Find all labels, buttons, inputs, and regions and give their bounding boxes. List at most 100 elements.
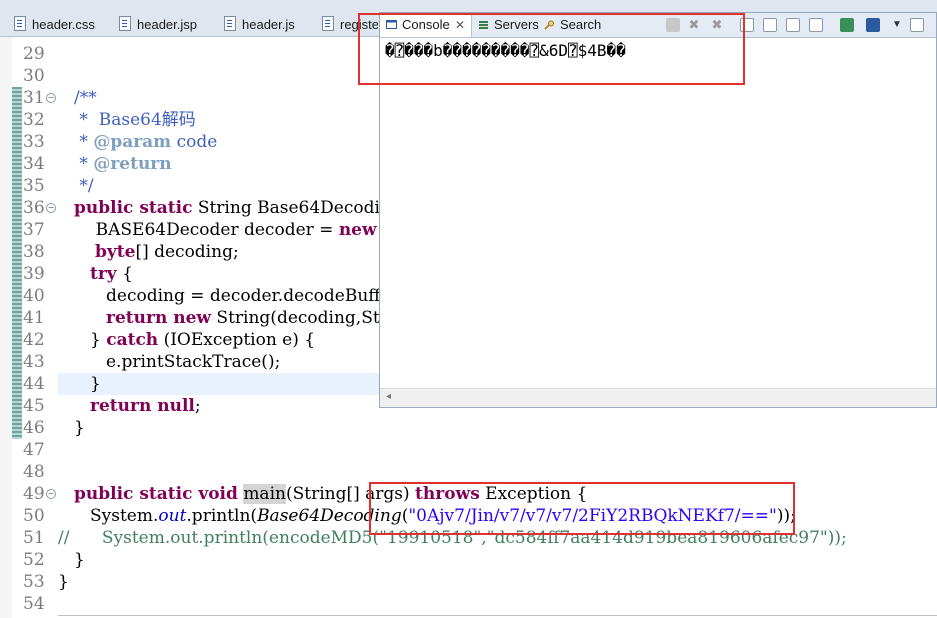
code-text: * @param code [74, 131, 217, 153]
code-line: 51 // System.out.println(encodeMD5("19910… [0, 527, 937, 549]
display-console-icon[interactable] [840, 18, 854, 32]
line-number: 50 [23, 506, 45, 526]
tab-console[interactable]: Console ✕ [380, 13, 472, 37]
code-part: { [116, 264, 133, 284]
editor-tab-header-css[interactable]: header.css [14, 14, 114, 36]
line-number: 37 [23, 220, 45, 240]
scroll-lock-icon[interactable] [740, 18, 754, 32]
keyword: byte [95, 242, 136, 262]
jsp-file-icon [322, 16, 334, 31]
keyword: public static void [74, 484, 238, 504]
line-number: 43 [23, 352, 45, 372]
search-icon [544, 20, 554, 30]
divider [58, 615, 937, 616]
line-number: 38 [23, 242, 45, 262]
code-text: } [90, 374, 101, 394]
comment-part: Base64解码 [93, 110, 196, 130]
code-part: Exception { [479, 484, 588, 504]
code-part: [] decoding; [135, 242, 239, 262]
console-view: Console ✕ Servers Search ✖ ✖ ▼ �⍰���b���… [379, 12, 937, 408]
editor-tab-label: header.css [32, 17, 95, 32]
tab-search[interactable]: Search [544, 13, 614, 37]
code-text: */ [74, 176, 94, 196]
keyword: catch [106, 330, 159, 350]
scroll-left-icon[interactable]: ◂ [386, 391, 391, 402]
fold-toggle-icon[interactable]: − [46, 489, 56, 499]
code-text: } [74, 550, 85, 570]
code-line: 48 [0, 461, 937, 483]
code-text: public static String Base64Decoding [74, 197, 402, 219]
code-line: 50 System.out.println(Base64Decoding("0Aj… [0, 505, 937, 527]
code-part: String Base64Decoding [192, 198, 402, 218]
remove-launch-icon[interactable]: ✖ [687, 18, 701, 32]
fold-toggle-icon[interactable]: − [46, 203, 56, 213]
horizontal-scrollbar[interactable]: ◂ [380, 388, 936, 407]
view-menu-icon[interactable] [866, 18, 880, 32]
remove-all-icon[interactable]: ✖ [710, 18, 724, 32]
minimize-icon[interactable] [910, 18, 924, 32]
close-icon[interactable]: ✕ [455, 13, 465, 37]
console-icon [386, 20, 397, 29]
code-text: } catch (IOException e) { [90, 329, 315, 351]
editor-tab-label: header.js [242, 17, 295, 32]
line-number: 44 [23, 374, 45, 394]
static-field: out [158, 506, 187, 526]
code-part: (String[] args) [285, 484, 416, 504]
keyword: return null [90, 396, 195, 416]
string-literal: "0Ajv7/Jin/v7/v7/v7/2FiY2RBQkNEKf7/==" [408, 506, 777, 526]
code-line: 47 [0, 439, 937, 461]
line-number: 52 [23, 550, 45, 570]
tab-servers[interactable]: Servers [478, 13, 548, 37]
line-number: 40 [23, 286, 45, 306]
fold-toggle-icon[interactable]: − [46, 93, 56, 103]
line-number: 54 [23, 594, 45, 614]
javadoc-tag: @param [93, 132, 172, 152]
editor-tab-label: header.jsp [137, 17, 197, 32]
code-text: decoding = decoder.decodeBuffe [106, 286, 391, 306]
css-file-icon [14, 16, 26, 31]
code-part: .println( [186, 506, 258, 526]
servers-icon [479, 21, 488, 29]
line-number: 46 [23, 418, 45, 438]
js-file-icon [224, 16, 236, 31]
keyword: throws [415, 484, 480, 504]
keyword: new [338, 220, 377, 240]
open-console-icon[interactable] [809, 18, 823, 32]
code-part: (IOException e) { [158, 330, 316, 350]
code-line: 49− public static void main(String[] args… [0, 483, 937, 505]
editor-tab-registe[interactable]: registe [322, 14, 378, 36]
javadoc-tag: @return [93, 154, 172, 174]
code-text: } [58, 572, 69, 592]
editor-tab-header-jsp[interactable]: header.jsp [119, 14, 219, 36]
comment-part: * [74, 110, 94, 130]
line-number: 41 [23, 308, 45, 328]
code-part: BASE64Decoder decoder = [74, 220, 339, 240]
line-number: 32 [23, 110, 45, 130]
jsp-file-icon [119, 16, 131, 31]
code-text: * @return [74, 153, 172, 175]
chevron-down-icon[interactable]: ▼ [890, 18, 904, 32]
code-text: try { [90, 263, 133, 285]
code-part: System. [90, 506, 159, 526]
keyword: public static [74, 198, 193, 218]
code-text: public static void main(String[] args) t… [74, 483, 587, 505]
code-text: e.printStackTrace(); [106, 352, 281, 372]
keyword: try [90, 264, 117, 284]
terminate-icon[interactable] [666, 18, 680, 32]
static-method-call: Base64Decoding [257, 506, 402, 526]
tab-label: Servers [494, 17, 539, 32]
line-number: 35 [23, 176, 45, 196]
pin-console-icon[interactable] [786, 18, 800, 32]
line-number: 51 [23, 528, 45, 548]
console-output[interactable]: �⍰���b���������⍰&6D⍰$4B�� [385, 41, 626, 60]
editor-tab-header-js[interactable]: header.js [224, 14, 319, 36]
code-line: 53} [0, 571, 937, 593]
word-wrap-icon[interactable] [763, 18, 777, 32]
code-text: * Base64解码 [74, 109, 196, 131]
code-text: return new String(decoding,Star [106, 307, 398, 329]
code-text: byte[] decoding; [95, 241, 239, 263]
code-line: 52} [0, 549, 937, 571]
line-comment: // System.out.println(encodeMD5("1991051… [58, 528, 847, 548]
code-text: System.out.println(Base64Decoding("0Ajv7… [90, 505, 796, 527]
tab-label: Console [402, 17, 450, 32]
